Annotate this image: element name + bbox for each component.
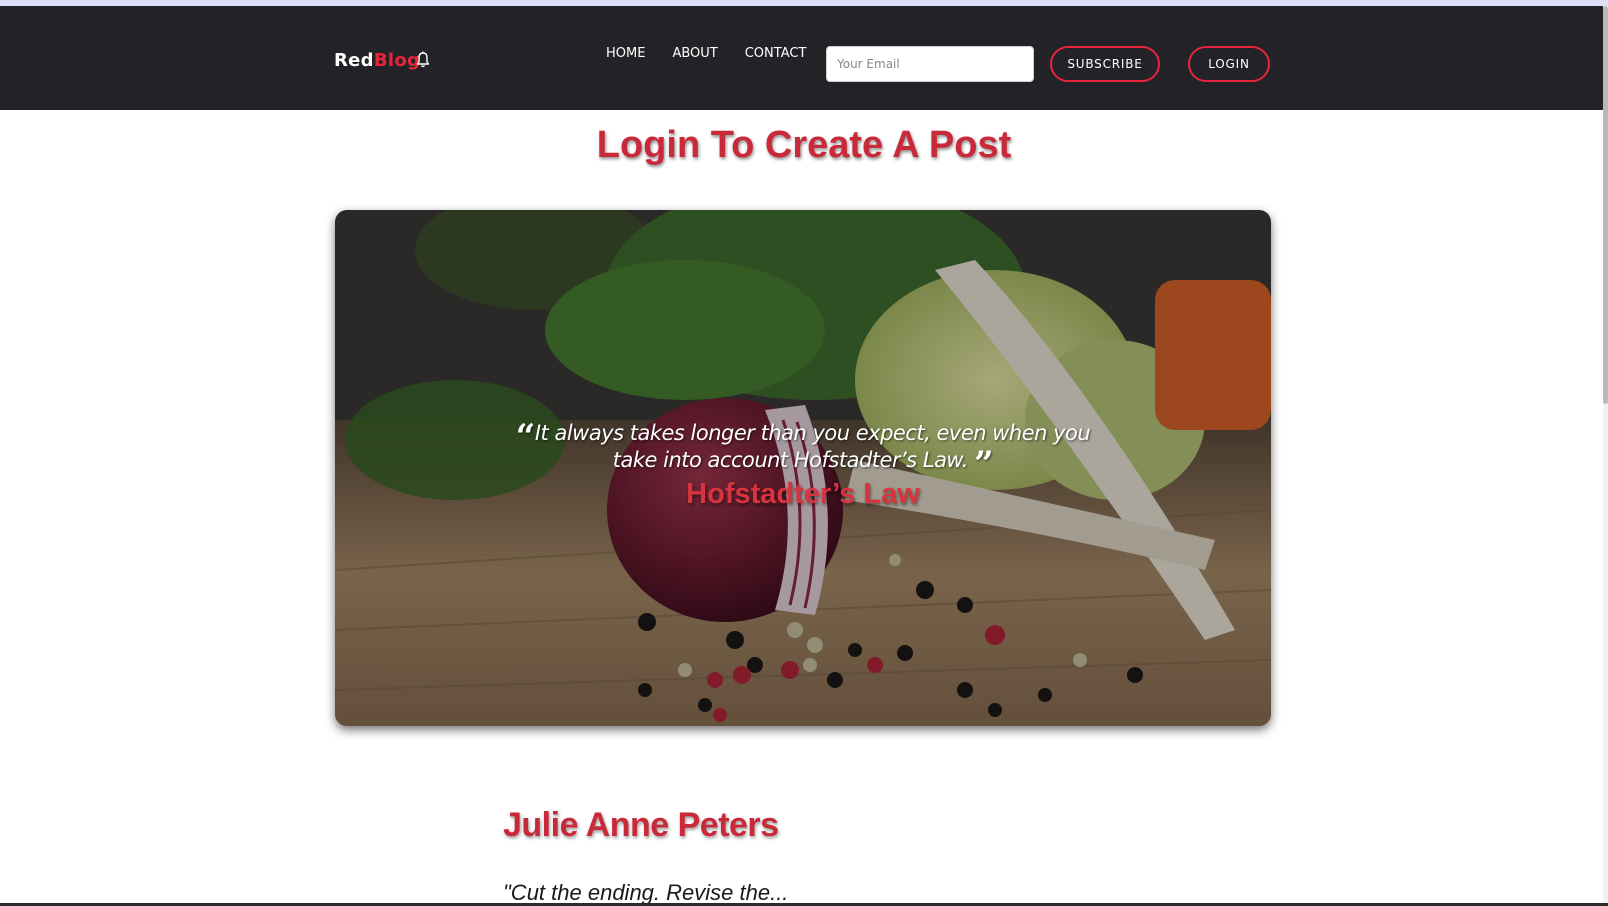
nav-contact-link[interactable]: CONTACT bbox=[745, 46, 807, 61]
post-author-heading[interactable]: Julie Anne Peters bbox=[503, 806, 779, 845]
hero-banner: “It always takes longer than you expect,… bbox=[335, 210, 1271, 726]
bell-icon[interactable] bbox=[414, 50, 432, 70]
login-button[interactable]: LOGIN bbox=[1188, 46, 1270, 82]
subscribe-button[interactable]: SUBSCRIBE bbox=[1050, 46, 1160, 82]
open-quote-icon: “ bbox=[515, 417, 536, 457]
page-title: Login To Create A Post bbox=[596, 124, 1012, 166]
brand-red: Red bbox=[334, 50, 374, 71]
quote-text: It always takes longer than you expect, … bbox=[534, 421, 1091, 472]
main-nav: HOME ABOUT CONTACT bbox=[606, 46, 833, 61]
close-quote-icon: ” bbox=[974, 444, 994, 484]
scrollbar-thumb[interactable] bbox=[1603, 6, 1608, 404]
nav-about-link[interactable]: ABOUT bbox=[672, 46, 717, 61]
quote-author: Hofstadter’s Law bbox=[686, 478, 920, 510]
nav-home-link[interactable]: HOME bbox=[606, 46, 645, 61]
brand-logo[interactable]: RedBlog bbox=[334, 50, 420, 71]
email-input[interactable] bbox=[826, 46, 1034, 82]
navbar: RedBlog HOME ABOUT CONTACT SUBSCRIBE LOG… bbox=[0, 6, 1603, 110]
hero-quote: “It always takes longer than you expect,… bbox=[495, 420, 1111, 511]
